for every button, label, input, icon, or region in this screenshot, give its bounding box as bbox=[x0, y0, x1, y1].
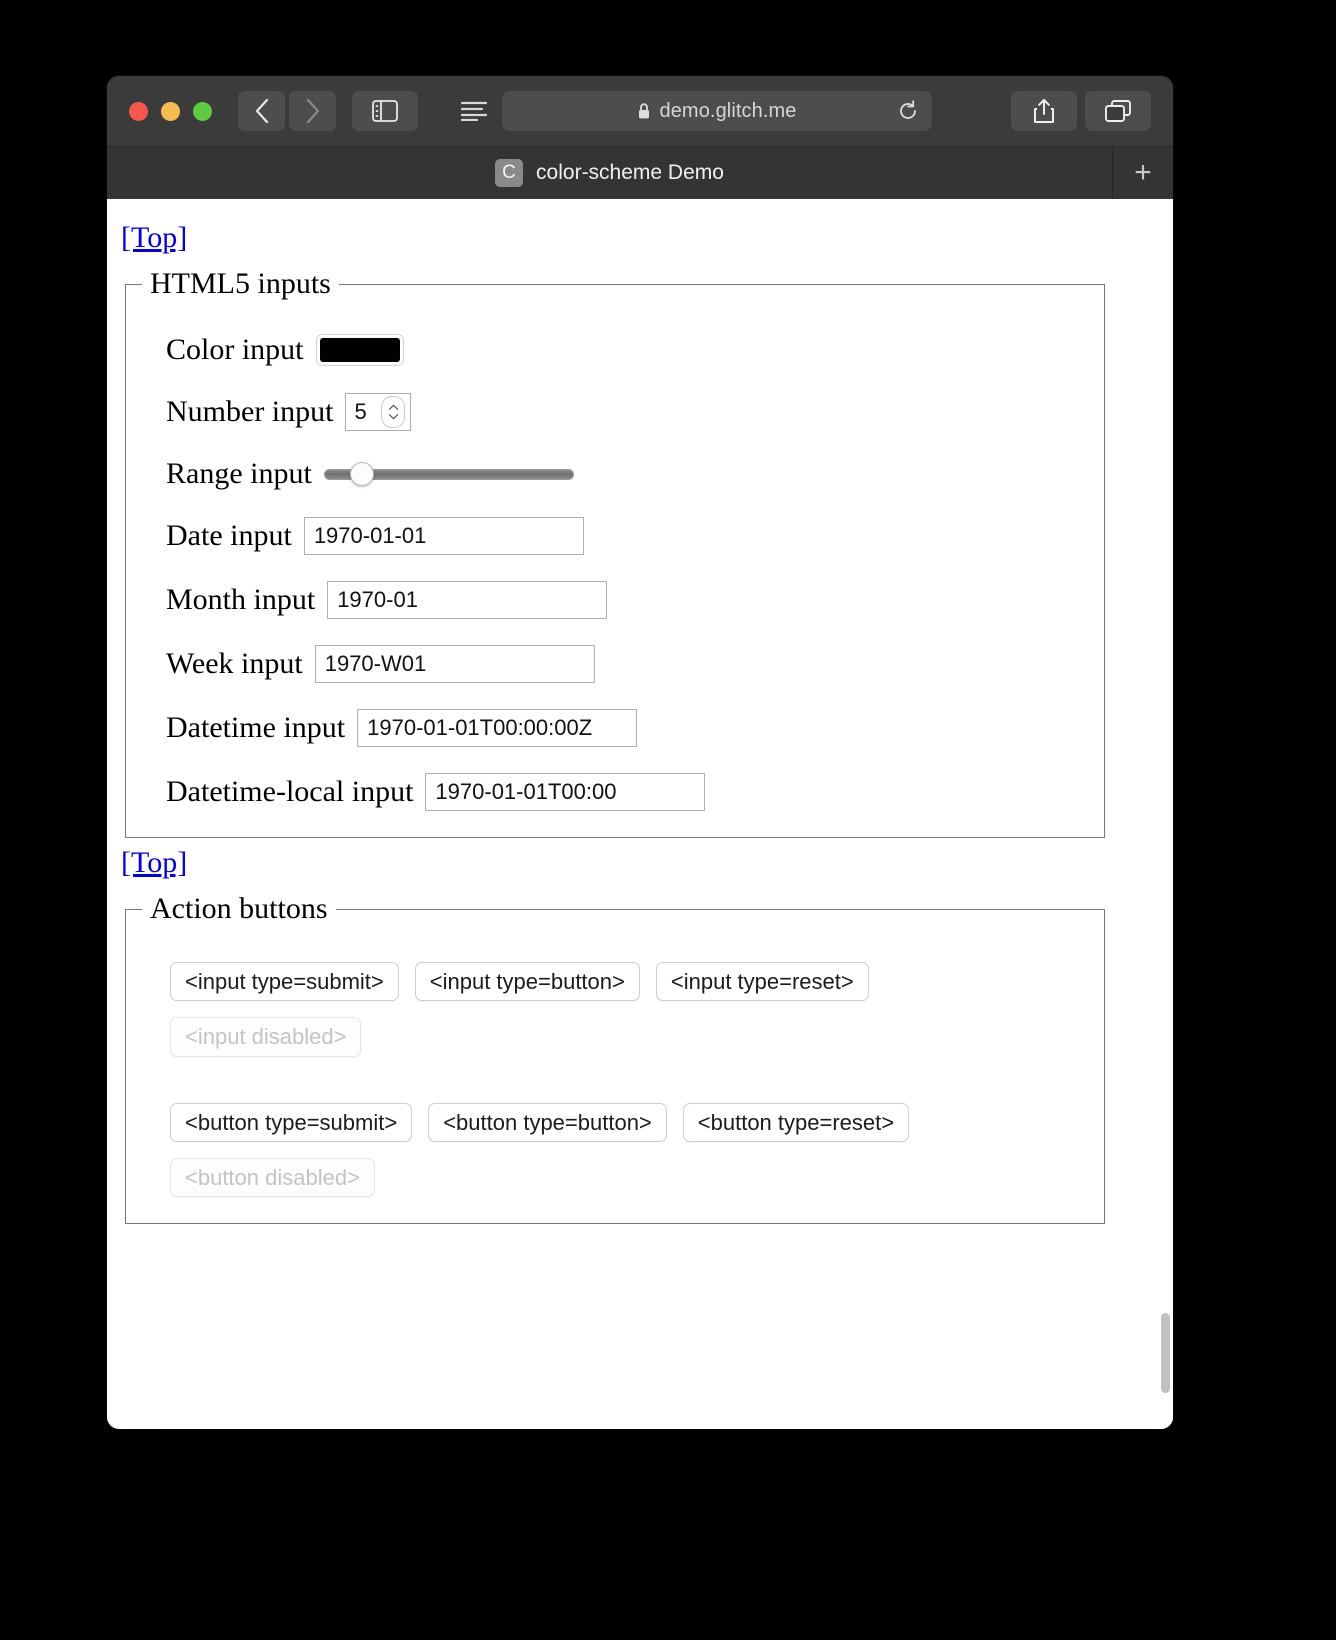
month-input[interactable]: 1970-01 bbox=[327, 581, 608, 619]
field-number-input: Number input 5 bbox=[166, 393, 1088, 431]
button-button-button[interactable]: <button type=button> bbox=[428, 1102, 667, 1142]
input-buttons-row: <input type=submit> <input type=button> … bbox=[170, 962, 1088, 1002]
back-button[interactable] bbox=[238, 91, 285, 131]
new-tab-button[interactable]: + bbox=[1113, 147, 1173, 199]
button-disabled-button: <button disabled> bbox=[170, 1157, 375, 1198]
share-button[interactable] bbox=[1011, 91, 1077, 131]
field-date-input: Date input 1970-01-01 bbox=[166, 517, 1088, 555]
label-color-input: Color input bbox=[166, 333, 304, 366]
input-disabled-button: <input disabled> bbox=[170, 1017, 362, 1057]
button-reset-button[interactable]: <button type=reset> bbox=[682, 1102, 910, 1142]
field-week-input: Week input 1970-W01 bbox=[166, 645, 1088, 683]
field-datetime-input: Datetime input 1970-01-01T00:00:00Z bbox=[166, 709, 1088, 747]
datetime-input[interactable]: 1970-01-01T00:00:00Z bbox=[357, 709, 638, 747]
number-input-value: 5 bbox=[354, 399, 367, 424]
week-input[interactable]: 1970-W01 bbox=[314, 645, 595, 683]
navigation-buttons bbox=[238, 91, 336, 131]
color-input[interactable] bbox=[315, 334, 404, 366]
button-submit-button[interactable]: <button type=submit> bbox=[170, 1102, 413, 1142]
tab-bar: C color-scheme Demo + bbox=[107, 146, 1173, 199]
reader-view-button[interactable] bbox=[452, 91, 496, 131]
label-datetime-local-input: Datetime-local input bbox=[166, 775, 414, 808]
window-traffic-lights bbox=[129, 101, 212, 121]
input-reset-button[interactable]: <input type=reset> bbox=[655, 962, 869, 1002]
field-month-input: Month input 1970-01 bbox=[166, 581, 1088, 619]
label-number-input: Number input bbox=[166, 395, 334, 428]
range-input[interactable] bbox=[323, 462, 574, 486]
date-input[interactable]: 1970-01-01 bbox=[303, 517, 584, 555]
range-thumb[interactable] bbox=[349, 462, 374, 486]
label-datetime-input: Datetime input bbox=[166, 711, 346, 744]
field-range-input: Range input bbox=[166, 457, 1088, 491]
tab-color-scheme-demo[interactable]: C color-scheme Demo bbox=[107, 147, 1113, 199]
top-link-upper[interactable]: [Top] bbox=[121, 221, 187, 255]
chevron-up-icon bbox=[388, 404, 399, 410]
top-link-lower[interactable]: [Top] bbox=[121, 846, 187, 880]
html5-inputs-fieldset: HTML5 inputs Color input Number input 5 bbox=[125, 267, 1105, 838]
tab-overview-button[interactable] bbox=[1085, 91, 1151, 131]
html5-inputs-legend: HTML5 inputs bbox=[150, 267, 331, 300]
safari-browser-window: demo.glitch.me C color-scheme Demo + [To… bbox=[107, 76, 1173, 1429]
page-viewport: [Top] HTML5 inputs Color input Number in… bbox=[107, 199, 1173, 1429]
lock-icon bbox=[637, 102, 651, 120]
input-disabled-row: <input disabled> bbox=[170, 1017, 1088, 1057]
field-color-input: Color input bbox=[166, 333, 1088, 367]
sidebar-toggle-button[interactable] bbox=[352, 91, 418, 131]
share-icon bbox=[1034, 99, 1054, 123]
datetime-local-input[interactable]: 1970-01-01T00:00 bbox=[425, 773, 706, 811]
forward-button[interactable] bbox=[289, 91, 336, 131]
input-button-button[interactable]: <input type=button> bbox=[414, 962, 640, 1002]
chevron-left-icon bbox=[255, 98, 268, 124]
browser-toolbar: demo.glitch.me bbox=[107, 76, 1173, 146]
minimize-window-button[interactable] bbox=[161, 101, 180, 121]
label-range-input: Range input bbox=[166, 457, 312, 490]
label-month-input: Month input bbox=[166, 583, 316, 616]
button-disabled-row: <button disabled> bbox=[170, 1157, 1088, 1198]
action-buttons-fieldset: Action buttons <input type=submit> <inpu… bbox=[125, 892, 1105, 1225]
tab-title: color-scheme Demo bbox=[536, 161, 724, 184]
toolbar-right-buttons bbox=[991, 91, 1151, 131]
color-input-swatch bbox=[319, 338, 400, 362]
page-scrollbar-thumb[interactable] bbox=[1161, 1313, 1170, 1393]
label-date-input: Date input bbox=[166, 519, 292, 552]
reload-button[interactable] bbox=[896, 99, 920, 123]
address-bar[interactable]: demo.glitch.me bbox=[502, 91, 932, 131]
number-input[interactable]: 5 bbox=[345, 393, 412, 431]
button-elements-row: <button type=submit> <button type=button… bbox=[170, 1102, 1088, 1142]
close-window-button[interactable] bbox=[129, 101, 148, 121]
field-datetime-local-input: Datetime-local input 1970-01-01T00:00 bbox=[166, 773, 1088, 811]
page-content: [Top] HTML5 inputs Color input Number in… bbox=[107, 199, 1157, 1429]
address-bar-url: demo.glitch.me bbox=[659, 99, 797, 122]
reload-icon bbox=[900, 100, 916, 119]
tab-overview-icon bbox=[1105, 100, 1131, 122]
input-submit-button[interactable]: <input type=submit> bbox=[170, 962, 399, 1002]
page-scrollbar[interactable] bbox=[1157, 199, 1173, 1429]
zoom-window-button[interactable] bbox=[193, 101, 212, 121]
favicon: C bbox=[495, 159, 524, 187]
label-week-input: Week input bbox=[166, 647, 303, 680]
sidebar-icon bbox=[372, 100, 398, 122]
action-buttons-legend: Action buttons bbox=[150, 892, 328, 925]
chevron-right-icon bbox=[306, 98, 319, 124]
number-stepper[interactable] bbox=[381, 396, 406, 428]
reader-view-icon bbox=[461, 101, 487, 121]
chevron-down-icon bbox=[388, 414, 399, 420]
desktop-backdrop: demo.glitch.me C color-scheme Demo + [To… bbox=[0, 0, 1336, 1640]
